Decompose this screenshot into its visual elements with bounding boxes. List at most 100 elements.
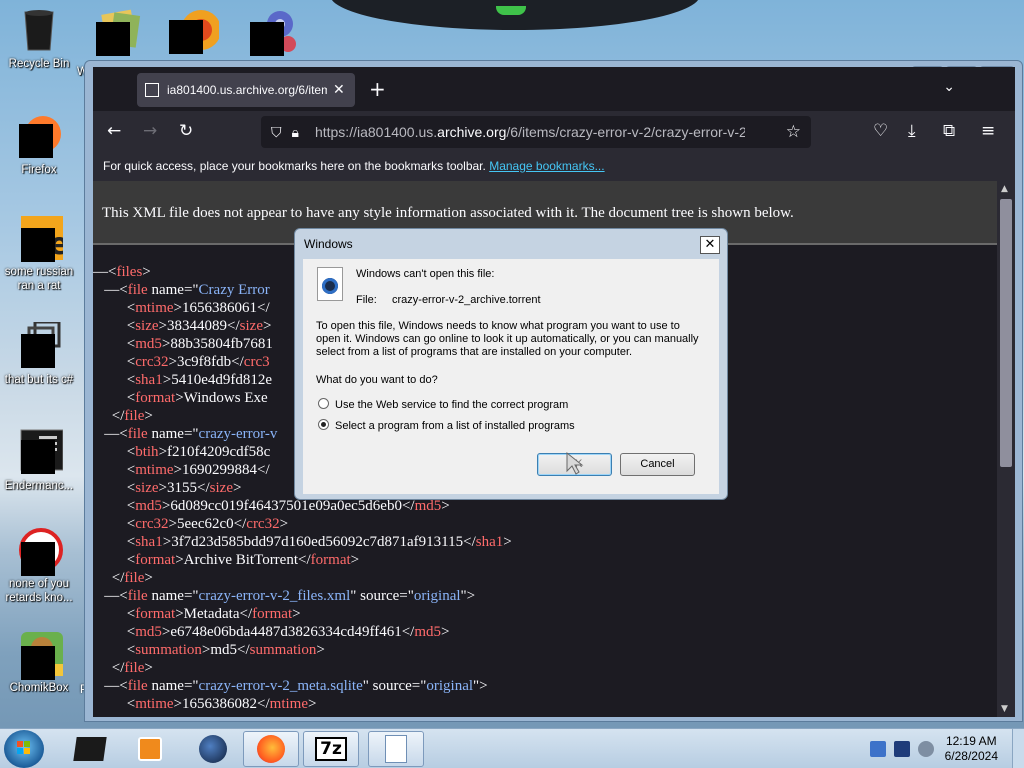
- desktop-icon-firefox[interactable]: Firefox: [0, 112, 81, 177]
- show-desktop-button[interactable]: [1012, 729, 1024, 768]
- terminal-icon: [73, 737, 107, 761]
- xml-line: —<file name="crazy-error-v: [93, 426, 278, 442]
- tab-title: ia801400.us.archive.org/6/items/crazy-er…: [167, 83, 327, 97]
- bookmarks-hint: For quick access, place your bookmarks h…: [103, 159, 486, 173]
- desktop-icon-russian-rat[interactable]: e some russian ran a rat: [0, 214, 81, 293]
- start-button[interactable]: [4, 730, 44, 768]
- xml-line: <md5>e6748e06bda4487d3826334cd49ff461</m…: [93, 624, 450, 640]
- desktop-icon-chomikbox[interactable]: ChomikBox: [0, 630, 81, 695]
- taskbar-browser-globe[interactable]: [185, 731, 241, 767]
- sevenzip-icon: 7z: [315, 737, 347, 761]
- reload-icon[interactable]: ↻: [179, 121, 193, 141]
- windows-stack-icon: [15, 320, 63, 370]
- bookmark-star-icon[interactable]: ☆: [786, 122, 801, 142]
- desktop-icon-browser[interactable]: [153, 6, 237, 54]
- xml-line: <mtime>1690299884</: [93, 462, 270, 478]
- dialog-question: What do you want to do?: [316, 374, 438, 386]
- back-arrow-icon[interactable]: ←: [107, 121, 121, 141]
- xml-line: <crc32>3c9f8fdb</crc3: [93, 354, 270, 370]
- tray-monitor-icon[interactable]: [894, 741, 910, 757]
- desktop-icon-folder[interactable]: W: [65, 8, 155, 78]
- chomikbox-icon: [15, 630, 63, 680]
- radio-selected[interactable]: [318, 419, 329, 430]
- radio-select-program[interactable]: Select a program from a list of installe…: [318, 419, 575, 432]
- dialog-title: Windows: [304, 237, 353, 251]
- forward-arrow-icon[interactable]: →: [143, 121, 157, 141]
- scrollbar-thumb[interactable]: [1000, 199, 1012, 467]
- red-circle-icon: [15, 526, 63, 576]
- pocket-icon[interactable]: ♡: [873, 121, 888, 141]
- dialog-close-button[interactable]: ✕: [700, 236, 720, 254]
- radio-web-service[interactable]: Use the Web service to find the correct …: [318, 398, 568, 411]
- desktop-icon-gears[interactable]: [232, 6, 316, 56]
- desktop-icon-none-of-you[interactable]: none of you retards kno...: [0, 526, 81, 605]
- taskbar-firefox[interactable]: [243, 731, 299, 767]
- radio-unselected[interactable]: [318, 398, 329, 409]
- xml-line: <md5>88b35804fb7681: [93, 336, 273, 352]
- clock-date: 6/28/2024: [944, 749, 998, 763]
- windows-logo-icon: [17, 741, 30, 754]
- media-player-icon: [138, 737, 162, 761]
- desktop-icon-label: Recycle Bin: [8, 58, 70, 70]
- wallpaper-led: [496, 6, 526, 15]
- terminal-icon: [15, 428, 64, 476]
- firefox-icon: [257, 735, 285, 763]
- taskbar-media-player[interactable]: [122, 731, 178, 767]
- tray-volume-icon[interactable]: [918, 741, 934, 757]
- document-icon: [385, 735, 407, 763]
- url-domain: archive.org: [437, 124, 507, 140]
- orange-globe-icon: [169, 6, 221, 54]
- xml-line: <mtime>1656386061</: [93, 300, 270, 316]
- scroll-down-arrow-icon[interactable]: ▼: [1001, 704, 1008, 714]
- xml-line: <mtime>1656386082</mtime>: [93, 696, 317, 712]
- scroll-up-arrow-icon[interactable]: ▲: [1001, 184, 1008, 194]
- xml-line: <format>Windows Exe: [93, 390, 268, 406]
- wallpaper-arc: [330, 0, 700, 30]
- desktop-icon-label: ChomikBox: [9, 682, 69, 694]
- url-bar[interactable]: ⛉ 🔒︎ https://ia801400.us.archive.org/6/i…: [261, 116, 811, 148]
- tab-active[interactable]: ia801400.us.archive.org/6/items/crazy-er…: [137, 73, 355, 107]
- bookmarks-toolbar: For quick access, place your bookmarks h…: [93, 153, 1015, 181]
- new-tab-button[interactable]: +: [369, 77, 386, 101]
- extensions-icon[interactable]: ⧉: [943, 121, 955, 141]
- url-path: /6/items/crazy-error-v-2/crazy-error-v-2…: [506, 124, 745, 140]
- taskbar-terminal[interactable]: [62, 731, 118, 767]
- xml-line: —<file name="Crazy Error: [93, 282, 270, 298]
- radio-select-program-label: Select a program from a list of installe…: [335, 420, 575, 432]
- archive-favicon-icon: [145, 83, 159, 97]
- xml-line: <md5>6d089cc019f46437501e09a0ec5d6eb0</m…: [93, 498, 450, 514]
- tab-close-icon[interactable]: ✕: [333, 82, 345, 98]
- unknown-file-icon: [317, 267, 343, 301]
- dialog-heading: Windows can't open this file:: [356, 268, 495, 280]
- xml-line: </file>: [93, 660, 153, 676]
- xml-line: <crc32>5eec62c0</crc32>: [93, 516, 289, 532]
- url-text[interactable]: https://ia801400.us.archive.org/6/items/…: [315, 124, 745, 140]
- desktop-icon-label: Firefox: [21, 164, 57, 176]
- dialog-explanation-3: select from a list of programs that are …: [316, 346, 633, 358]
- clock[interactable]: 12:19 AM 6/28/2024: [945, 734, 998, 764]
- desktop-icon-that-but-csharp[interactable]: that but its c#: [0, 320, 81, 387]
- recycle-bin-icon: [15, 6, 63, 54]
- manage-bookmarks-link[interactable]: Manage bookmarks...: [489, 159, 604, 173]
- tracking-shield-icon[interactable]: ⛉: [271, 124, 282, 141]
- xml-line: </file>: [93, 408, 153, 424]
- globe-icon: [199, 735, 227, 763]
- clock-time: 12:19 AM: [945, 734, 997, 748]
- desktop-icon-enderman[interactable]: Endermanc...: [0, 428, 81, 493]
- tray-network-icon[interactable]: [870, 741, 886, 757]
- xml-line: <summation>md5</summation>: [93, 642, 325, 658]
- list-all-tabs-chevron-icon[interactable]: ⌄: [943, 79, 955, 95]
- system-tray: [870, 741, 934, 757]
- app-menu-icon[interactable]: ≡: [981, 121, 995, 141]
- windows-open-with-dialog: Windows ✕ Windows can't open this file: …: [294, 228, 728, 500]
- dialog-explanation-1: To open this file, Windows needs to know…: [316, 320, 680, 332]
- navigation-toolbar: ← → ↻ ⛉ 🔒︎ https://ia801400.us.archive.o…: [93, 111, 1015, 153]
- vertical-scrollbar[interactable]: ▲ ▼: [997, 181, 1015, 717]
- taskbar-7zip[interactable]: 7z: [303, 731, 359, 767]
- lock-icon[interactable]: 🔒︎: [292, 124, 299, 141]
- cancel-button[interactable]: Cancel: [620, 453, 695, 476]
- taskbar-notepad[interactable]: [368, 731, 424, 767]
- xml-line: <size>3155</size>: [93, 480, 242, 496]
- dialog-explanation-2: open it. Windows can go online to look i…: [316, 333, 699, 345]
- downloads-icon[interactable]: ⤓: [908, 121, 916, 141]
